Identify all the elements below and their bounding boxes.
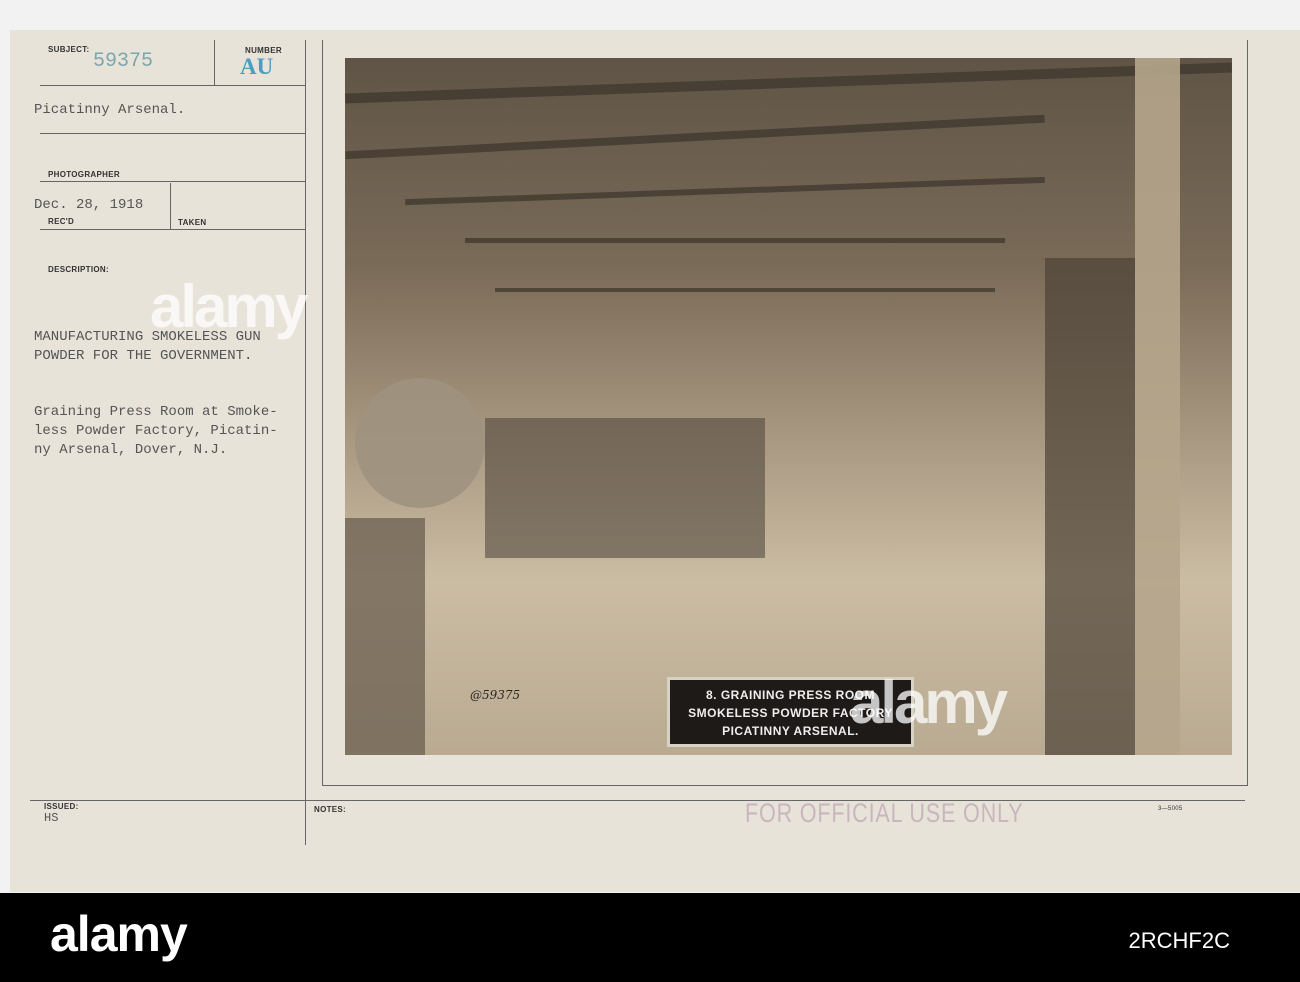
watermark: alamy <box>150 273 308 340</box>
date: Dec. 28, 1918 <box>34 197 144 213</box>
subject-label: SUBJECT: <box>48 45 90 54</box>
official-use-stamp: FOR OFFICIAL USE ONLY <box>745 798 1024 828</box>
taken-label: TAKEN <box>178 218 207 227</box>
image-id: 2RCHF2C <box>1128 928 1230 953</box>
divider <box>40 181 306 182</box>
handwritten-number: @59375 <box>470 688 521 702</box>
photo-frame-left <box>322 40 323 785</box>
photo-frame-right <box>1247 40 1248 785</box>
watermark: alamy <box>850 669 1008 736</box>
recd-label: REC'D <box>48 217 75 226</box>
notes-label: NOTES: <box>314 805 347 814</box>
footer-bar <box>0 893 1300 982</box>
issued-value: HS <box>44 811 59 825</box>
divider <box>40 133 306 134</box>
description-body: Graining Press Room at Smoke- less Powde… <box>34 404 278 458</box>
divider <box>30 800 1245 801</box>
number-value: AU <box>240 54 274 79</box>
divider <box>305 40 306 845</box>
location: Picatinny Arsenal. <box>34 102 186 118</box>
description-label: DESCRIPTION: <box>48 265 109 274</box>
divider <box>170 183 171 229</box>
divider <box>214 40 215 85</box>
form-number: 3—5005 <box>1158 806 1183 812</box>
subject-number: 59375 <box>93 50 154 73</box>
alamy-logo: alamy <box>50 906 188 962</box>
divider <box>40 229 306 230</box>
photographer-label: PHOTOGRAPHER <box>48 170 120 179</box>
photo-frame-bottom <box>322 785 1248 786</box>
divider <box>40 85 306 86</box>
factory-photo <box>345 58 1232 755</box>
